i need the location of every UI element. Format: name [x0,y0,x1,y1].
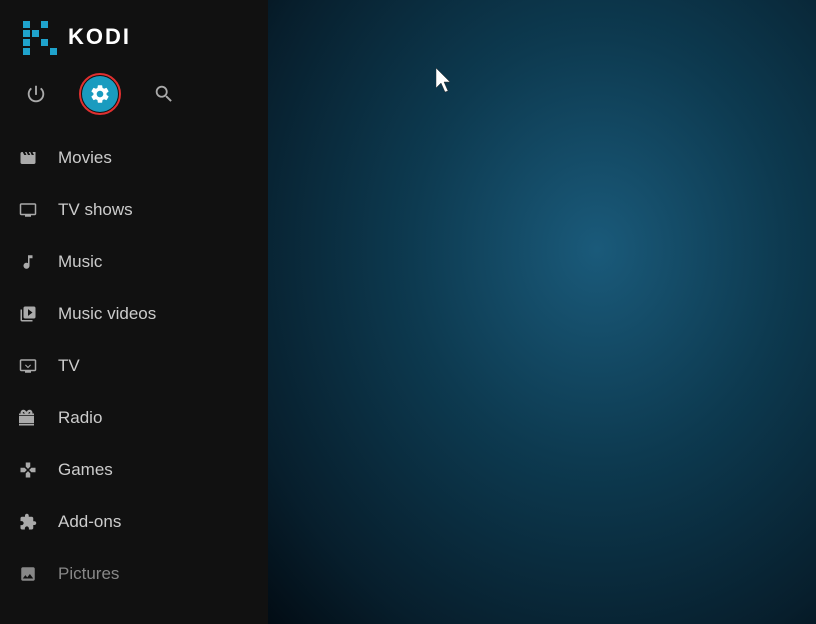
pictures-label: Pictures [58,564,119,584]
games-icon [14,456,42,484]
nav-item-movies[interactable]: Movies [0,132,268,184]
nav-item-addons[interactable]: Add-ons [0,496,268,548]
tv-icon [14,352,42,380]
pictures-icon [14,560,42,588]
nav-item-tvshows[interactable]: TV shows [0,184,268,236]
musicvideos-icon [14,300,42,328]
top-icon-bar [0,70,268,128]
nav-list: Movies TV shows Music [0,128,268,624]
addons-icon [14,508,42,536]
games-label: Games [58,460,113,480]
nav-item-pictures[interactable]: Pictures [0,548,268,600]
tvshows-icon [14,196,42,224]
power-button[interactable] [18,76,54,112]
nav-item-games[interactable]: Games [0,444,268,496]
search-icon [153,83,175,105]
settings-gear-icon [89,83,111,105]
nav-item-radio[interactable]: Radio [0,392,268,444]
power-icon [25,83,47,105]
nav-item-music[interactable]: Music [0,236,268,288]
mouse-cursor [436,68,456,92]
addons-label: Add-ons [58,512,121,532]
radio-label: Radio [58,408,102,428]
sidebar: KODI [0,0,268,624]
movies-label: Movies [58,148,112,168]
music-label: Music [58,252,102,272]
settings-button[interactable] [82,76,118,112]
main-content [268,0,816,624]
music-icon [14,248,42,276]
search-button[interactable] [146,76,182,112]
nav-item-tv[interactable]: TV [0,340,268,392]
tv-label: TV [58,356,80,376]
musicvideos-label: Music videos [58,304,156,324]
kodi-logo-icon [20,18,58,56]
app-title: KODI [68,24,131,50]
tvshows-label: TV shows [58,200,133,220]
logo-area: KODI [0,0,268,70]
radio-icon [14,404,42,432]
nav-item-musicvideos[interactable]: Music videos [0,288,268,340]
movies-icon [14,144,42,172]
